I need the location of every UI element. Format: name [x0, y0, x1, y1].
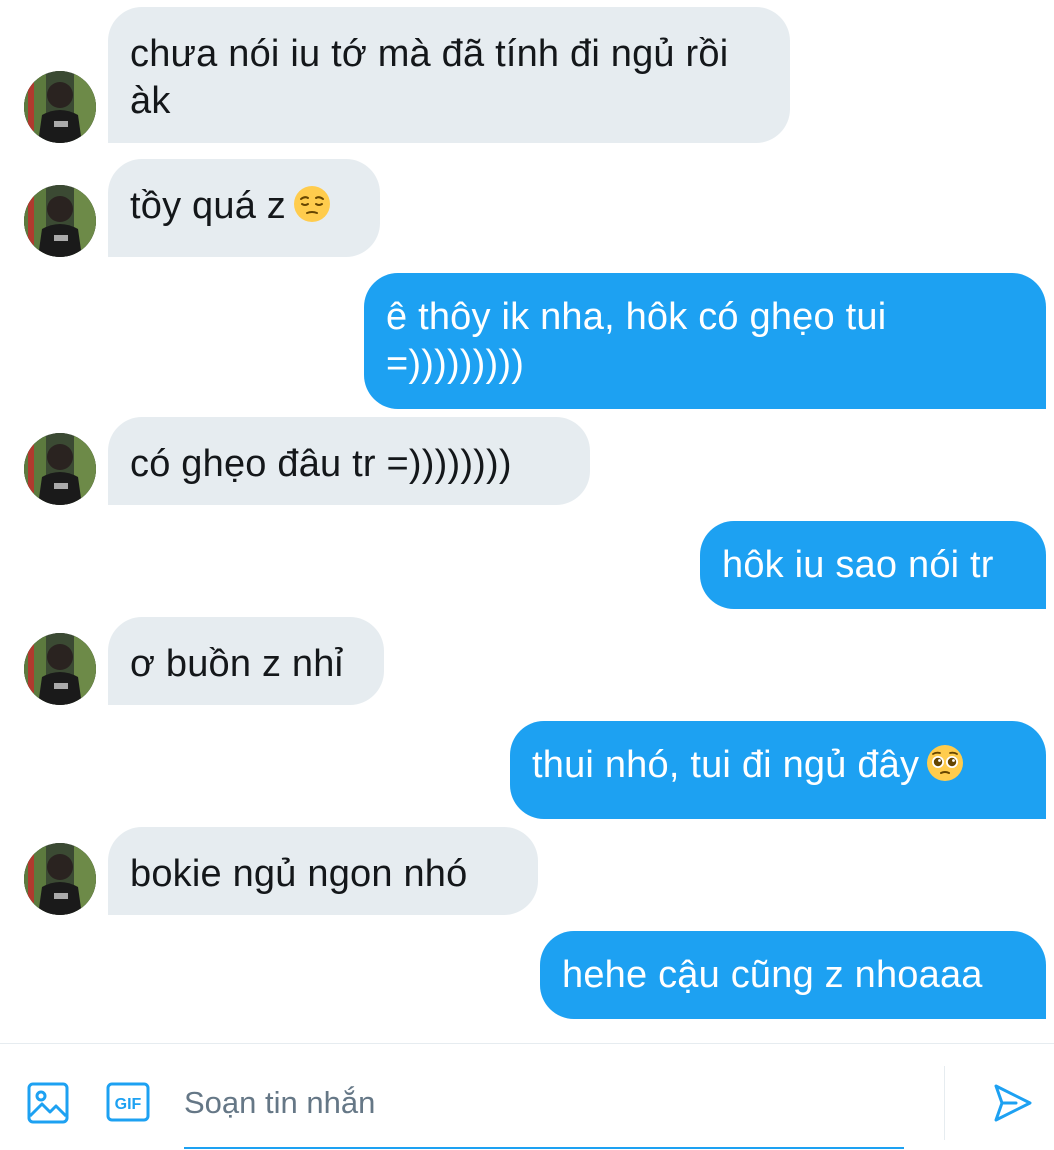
message-bubble-incoming[interactable]: ơ buồn z nhỉ [108, 617, 384, 705]
message-text: có ghẹo đâu tr =)))))))) [130, 443, 512, 485]
message-bubble-incoming[interactable]: bokie ngủ ngon nhó [108, 827, 538, 915]
pensive-face-icon [292, 184, 332, 224]
message-composer: GIF Soạn tin nhắn [0, 1043, 1054, 1150]
message-input-placeholder: Soạn tin nhắn [184, 1085, 376, 1120]
message-text: chưa nói iu tớ mà đã tính đi ngủ rồi àk [130, 33, 729, 122]
message-text: thui nhó, tui đi ngủ đây [532, 744, 920, 786]
send-icon[interactable] [992, 1082, 1034, 1124]
message-bubble-outgoing[interactable]: ê thôy ik nha, hôk có ghẹo tui =))))))))… [364, 273, 1046, 409]
avatar[interactable] [24, 843, 96, 915]
message-text: ơ buồn z nhỉ [130, 643, 344, 685]
message-text: tồy quá z [130, 185, 287, 227]
message-text: ê thôy ik nha, hôk có ghẹo tui =))))))))… [386, 296, 887, 385]
message-text: bokie ngủ ngon nhó [130, 853, 468, 895]
image-icon[interactable] [27, 1082, 69, 1124]
message-bubble-incoming[interactable]: chưa nói iu tớ mà đã tính đi ngủ rồi àk [108, 7, 790, 143]
message-bubble-outgoing[interactable]: hehe cậu cũng z nhoaaa [540, 931, 1046, 1019]
message-bubble-outgoing[interactable]: hôk iu sao nói tr [700, 521, 1046, 609]
message-bubble-incoming[interactable]: có ghẹo đâu tr =)))))))) [108, 417, 590, 505]
message-text: hehe cậu cũng z nhoaaa [562, 954, 983, 996]
message-bubble-incoming[interactable]: tồy quá z [108, 159, 380, 257]
message-input[interactable]: Soạn tin nhắn [184, 1081, 904, 1149]
gif-icon[interactable]: GIF [106, 1082, 150, 1122]
message-bubble-outgoing[interactable]: thui nhó, tui đi ngủ đây [510, 721, 1046, 819]
divider [944, 1066, 945, 1140]
avatar[interactable] [24, 433, 96, 505]
message-text: hôk iu sao nói tr [722, 544, 994, 586]
dm-conversation: chưa nói iu tớ mà đã tính đi ngủ rồi àk … [0, 0, 1054, 1150]
pleading-face-icon [925, 743, 965, 783]
gif-label: GIF [115, 1096, 142, 1113]
avatar[interactable] [24, 185, 96, 257]
avatar[interactable] [24, 633, 96, 705]
avatar[interactable] [24, 71, 96, 143]
